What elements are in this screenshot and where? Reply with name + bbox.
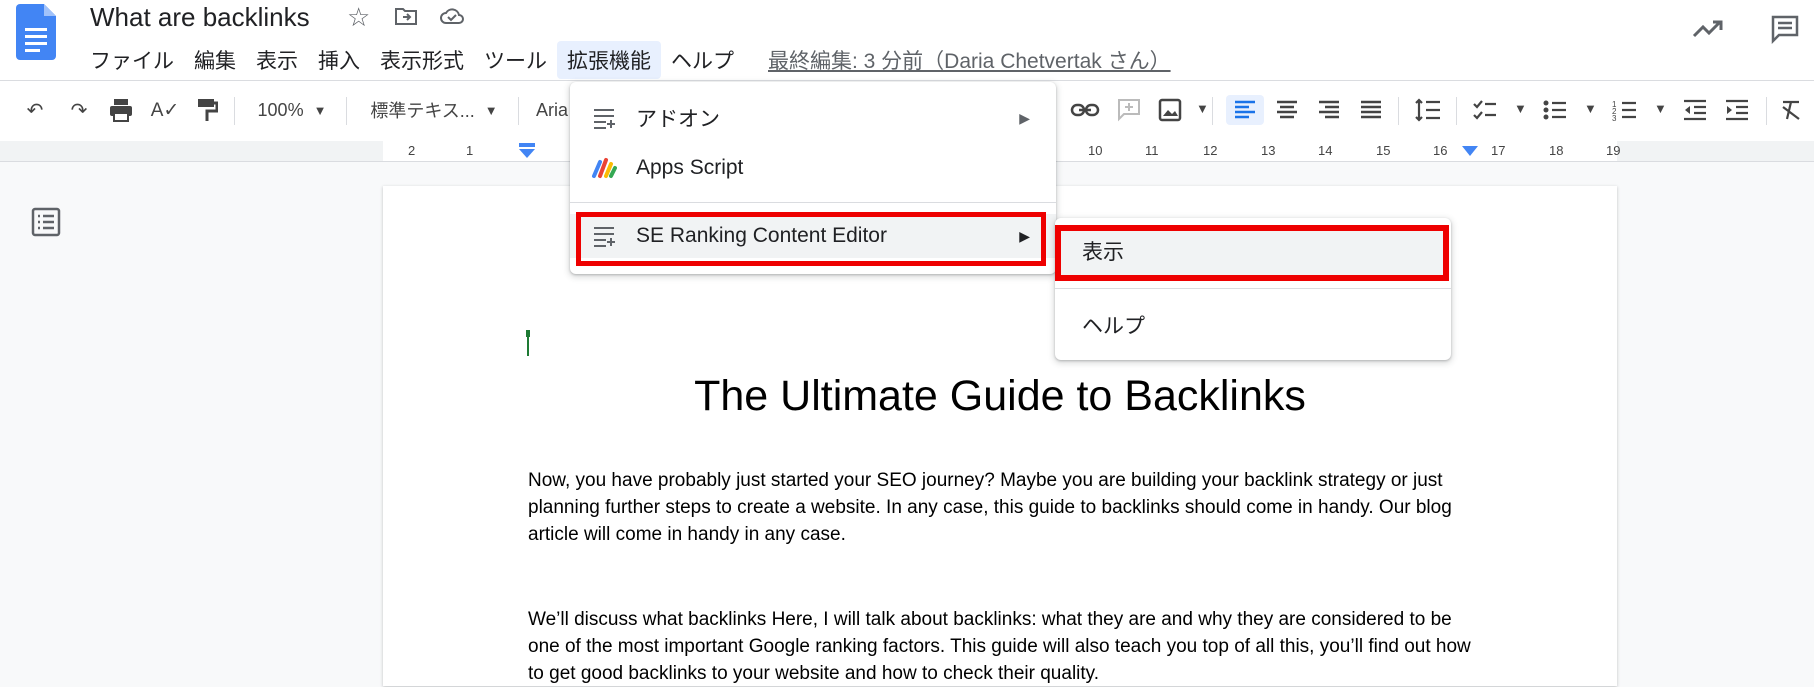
move-folder-icon[interactable]: [394, 6, 418, 26]
ruler-number: 15: [1376, 143, 1391, 158]
increase-indent-icon[interactable]: [1722, 95, 1752, 125]
menu-item-apps-script[interactable]: Apps Script: [570, 146, 1056, 190]
numbered-list-icon[interactable]: 123: [1610, 95, 1640, 125]
star-icon[interactable]: ☆: [347, 2, 370, 33]
chevron-down-icon[interactable]: ▼: [1196, 101, 1209, 116]
chevron-down-icon: ▼: [313, 102, 327, 118]
left-indent-marker-icon[interactable]: [517, 143, 537, 159]
zoom-value: 100%: [257, 99, 304, 120]
document-heading[interactable]: The Ultimate Guide to Backlinks: [383, 372, 1617, 421]
menu-divider: [1055, 288, 1451, 289]
chevron-down-icon[interactable]: ▼: [1514, 101, 1527, 116]
ruler-number: 17: [1491, 143, 1506, 158]
ruler-number: 11: [1145, 143, 1159, 158]
insert-link-icon[interactable]: [1070, 95, 1100, 125]
ruler-number: 13: [1261, 143, 1276, 158]
ruler-number: 10: [1088, 143, 1103, 158]
clear-formatting-icon[interactable]: [1776, 95, 1806, 125]
svg-text:3: 3: [1612, 114, 1617, 121]
insert-image-icon[interactable]: [1158, 95, 1182, 125]
redo-icon[interactable]: ↷: [64, 95, 94, 125]
ruler-number: 18: [1549, 143, 1564, 158]
undo-icon[interactable]: ↶: [20, 95, 50, 125]
justify-icon[interactable]: [1356, 95, 1386, 125]
menu-view[interactable]: 表示: [246, 41, 308, 79]
highlight-box: [576, 212, 1046, 266]
align-center-icon[interactable]: [1272, 95, 1302, 125]
menu-edit[interactable]: 編集: [184, 41, 246, 79]
paragraph-style-select[interactable]: 標準テキス... ▼: [364, 95, 504, 125]
menu-item-label: アドオン: [636, 108, 720, 131]
right-indent-marker-icon[interactable]: [1462, 146, 1478, 158]
last-edit-link[interactable]: 最終編集: 3 分前（Daria Chetvertak さん）: [768, 45, 1171, 75]
document-paragraph[interactable]: We’ll discuss what backlinks Here, I wil…: [528, 606, 1478, 687]
paint-format-icon[interactable]: [196, 95, 218, 125]
apps-script-icon: [590, 154, 618, 182]
add-comment-icon[interactable]: [1116, 95, 1142, 125]
zoom-select[interactable]: 100% ▼: [252, 95, 332, 125]
submenu-arrow-icon: ▶: [1019, 109, 1030, 126]
align-left-icon[interactable]: [1226, 95, 1264, 125]
document-title[interactable]: What are backlinks: [90, 2, 310, 33]
chevron-down-icon: ▼: [484, 102, 498, 118]
ruler-number: 2: [408, 143, 416, 158]
menu-bar: ファイル 編集 表示 挿入 表示形式 ツール 拡張機能 ヘルプ 最終編集: 3 …: [80, 41, 1171, 79]
document-paragraph[interactable]: Now, you have probably just started your…: [528, 467, 1478, 548]
spellcheck-icon[interactable]: A✓: [150, 95, 180, 125]
chevron-down-icon[interactable]: ▼: [1584, 101, 1597, 116]
bulleted-list-icon[interactable]: [1540, 95, 1570, 125]
decrease-indent-icon[interactable]: [1680, 95, 1710, 125]
menu-item-label: Apps Script: [636, 156, 744, 179]
menu-format[interactable]: 表示形式: [370, 41, 474, 79]
ruler-number: 12: [1203, 143, 1218, 158]
paragraph-style-value: 標準テキス...: [370, 101, 475, 121]
line-spacing-icon[interactable]: [1410, 95, 1446, 125]
comments-icon[interactable]: [1770, 14, 1800, 44]
ruler-number: 1: [466, 143, 474, 158]
ruler-number: 14: [1318, 143, 1333, 158]
submenu-item-help[interactable]: ヘルプ: [1082, 310, 1145, 340]
print-icon[interactable]: [108, 95, 134, 125]
google-docs-logo-icon[interactable]: [16, 4, 56, 60]
activity-trend-icon[interactable]: [1692, 18, 1724, 40]
app-header: What are backlinks ☆ ファイル 編集 表示 挿入 表示形式 …: [0, 0, 1814, 80]
chevron-down-icon[interactable]: ▼: [1654, 101, 1667, 116]
ruler-number: 19: [1606, 143, 1621, 158]
highlight-box: [1055, 225, 1449, 281]
document-outline-icon[interactable]: [30, 206, 62, 238]
menu-extensions[interactable]: 拡張機能: [557, 41, 661, 79]
menu-divider: [570, 202, 1056, 203]
cloud-saved-icon[interactable]: [439, 7, 465, 25]
menu-insert[interactable]: 挿入: [308, 41, 370, 79]
menu-file[interactable]: ファイル: [80, 41, 184, 79]
ruler-number: 16: [1433, 143, 1448, 158]
menu-help[interactable]: ヘルプ: [661, 41, 744, 79]
align-right-icon[interactable]: [1314, 95, 1344, 125]
menu-tools[interactable]: ツール: [474, 41, 557, 79]
addon-icon: [590, 104, 618, 132]
text-cursor-icon: [526, 330, 530, 356]
menu-item-addons[interactable]: アドオン ▶: [570, 96, 1056, 140]
checklist-icon[interactable]: [1470, 95, 1500, 125]
